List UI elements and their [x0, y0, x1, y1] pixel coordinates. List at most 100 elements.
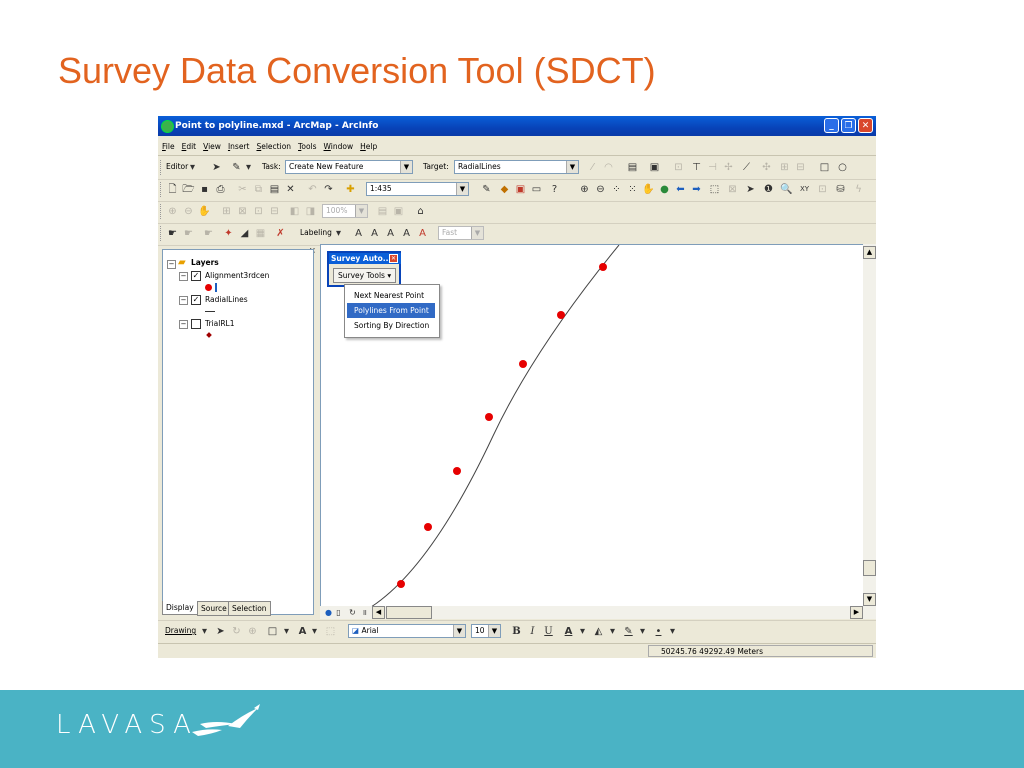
menu-selection[interactable]: Selection: [252, 137, 294, 151]
scroll-up-icon[interactable]: ▲: [863, 246, 876, 259]
layer-checkbox[interactable]: [191, 319, 201, 329]
sketch-properties-icon[interactable]: ▣: [648, 161, 661, 174]
label-conflict-icon[interactable]: ✗: [274, 227, 287, 240]
toolbar-grip[interactable]: [160, 160, 164, 175]
lightning-icon[interactable]: ϟ: [852, 183, 865, 196]
rotate-icon[interactable]: ↻: [230, 625, 243, 638]
label-priority-icon[interactable]: ▦: [254, 227, 267, 240]
fixed-zoom-out-icon[interactable]: ⁙: [626, 183, 639, 196]
edit-tool-icon[interactable]: ➤: [210, 161, 223, 174]
sketch-line-icon[interactable]: ⁄: [586, 161, 599, 174]
print-icon[interactable]: ⎙: [214, 183, 227, 196]
label-style-icon[interactable]: A: [352, 227, 365, 240]
menu-tools[interactable]: Tools: [294, 137, 319, 151]
layer-checkbox[interactable]: ✓: [191, 271, 201, 281]
menu-item-next-nearest-point[interactable]: Next Nearest Point: [347, 288, 435, 303]
editor-toolbar-icon[interactable]: ✎: [480, 183, 493, 196]
attributes-icon[interactable]: ▤: [626, 161, 639, 174]
menu-view[interactable]: View: [199, 137, 224, 151]
arccatalog-icon[interactable]: ◆: [498, 183, 511, 196]
map-vertical-scrollbar[interactable]: ▲ ▼: [863, 244, 876, 606]
layout-zoom-out-icon[interactable]: ⊖: [182, 205, 195, 218]
whats-this-icon[interactable]: ?: [548, 183, 561, 196]
font-color-dropdown-icon[interactable]: ▾: [576, 625, 589, 638]
arctoolbox-icon[interactable]: ▣: [514, 183, 527, 196]
layout-pan-icon[interactable]: ✋: [198, 205, 211, 218]
drawing-menu-label[interactable]: Drawing: [165, 626, 196, 635]
label-placement-icon[interactable]: A: [384, 227, 397, 240]
layout-back-icon[interactable]: ⊟: [268, 205, 281, 218]
identify-icon[interactable]: ❶: [762, 183, 775, 196]
fill-color-dropdown-icon[interactable]: ▾: [606, 625, 619, 638]
menu-file[interactable]: File: [158, 137, 178, 151]
underline-icon[interactable]: U: [542, 625, 555, 638]
layer-collapse-icon[interactable]: −: [179, 320, 188, 329]
fixed-zoom-in-icon[interactable]: ⁘: [610, 183, 623, 196]
menu-edit[interactable]: Edit: [178, 137, 200, 151]
scroll-thumb[interactable]: [863, 560, 876, 576]
bold-icon[interactable]: B: [510, 625, 523, 638]
label-tool-icon[interactable]: ☛: [166, 227, 179, 240]
back-extent-icon[interactable]: ⬅: [674, 183, 687, 196]
topology-fix-icon[interactable]: ⊟: [794, 161, 807, 174]
cross-tool-icon[interactable]: ✢: [722, 161, 735, 174]
sketch-dropdown-icon[interactable]: ▾: [242, 161, 255, 174]
survey-tools-button[interactable]: Survey Tools ▾: [333, 268, 397, 283]
fixed-zoom-layout-icon[interactable]: ⊡: [252, 205, 265, 218]
go-to-xy-icon[interactable]: XY: [798, 183, 811, 196]
split-tool-icon[interactable]: ⊤: [690, 161, 703, 174]
new-rectangle-icon[interactable]: □: [266, 625, 279, 638]
command-line-icon[interactable]: ▭: [530, 183, 543, 196]
menu-item-sorting-by-direction[interactable]: Sorting By Direction: [347, 318, 435, 333]
layer-checkbox[interactable]: ✓: [191, 295, 201, 305]
target-dropdown-icon[interactable]: ▼: [566, 161, 578, 173]
snapping-icon[interactable]: ✣: [760, 161, 773, 174]
cut-icon[interactable]: ✂: [236, 183, 249, 196]
topology-edit-icon[interactable]: ⊞: [778, 161, 791, 174]
marker-color-dropdown-icon[interactable]: ▾: [666, 625, 679, 638]
scale-select[interactable]: 1:435 ▼: [366, 182, 469, 196]
clear-selection-icon[interactable]: ⊠: [726, 183, 739, 196]
maximize-button[interactable]: ❐: [841, 118, 856, 133]
font-size-select[interactable]: 10 ▼: [471, 624, 501, 638]
pause-icon[interactable]: ॥: [358, 606, 371, 619]
forward-extent-icon[interactable]: ➡: [690, 183, 703, 196]
menu-insert[interactable]: Insert: [224, 137, 253, 151]
font-color-icon[interactable]: A: [562, 625, 575, 638]
select-features-icon[interactable]: ⬚: [708, 183, 721, 196]
undo-icon[interactable]: ↶: [306, 183, 319, 196]
drawing-dropdown-icon[interactable]: ▾: [198, 625, 211, 638]
editor-dropdown-arrow-icon[interactable]: ▾: [186, 161, 199, 174]
edit-vertices-icon[interactable]: ⬚: [324, 625, 337, 638]
scroll-down-icon[interactable]: ▼: [863, 593, 876, 606]
label-unplaced-icon[interactable]: A: [400, 227, 413, 240]
line-color-icon[interactable]: ✎: [622, 625, 635, 638]
toggle-draft-icon[interactable]: ▤: [376, 205, 389, 218]
layout-view-icon[interactable]: ▯: [332, 606, 345, 619]
editor-menu-label[interactable]: Editor: [166, 162, 188, 171]
menu-help[interactable]: Help: [356, 137, 380, 151]
marker-color-icon[interactable]: •: [652, 625, 665, 638]
label-speed-dropdown-icon[interactable]: ▼: [471, 227, 483, 239]
menu-window[interactable]: Window: [320, 137, 357, 151]
toolbar-grip[interactable]: [160, 226, 164, 241]
circle-icon[interactable]: ○: [836, 161, 849, 174]
full-extent-icon[interactable]: ●: [658, 183, 671, 196]
font-size-dropdown-icon[interactable]: ▼: [488, 625, 500, 637]
label-view-icon[interactable]: A: [416, 227, 429, 240]
italic-icon[interactable]: I: [526, 625, 539, 638]
copy-icon[interactable]: ⧉: [252, 183, 265, 196]
labeling-dropdown-icon[interactable]: ▾: [332, 227, 345, 240]
trace-tool-icon[interactable]: ⟋: [740, 161, 753, 174]
hyperlink-icon[interactable]: ⛁: [834, 183, 847, 196]
label-scale-icon[interactable]: A: [368, 227, 381, 240]
fill-color-icon[interactable]: ◭: [592, 625, 605, 638]
label-manager-icon[interactable]: ✦: [222, 227, 235, 240]
rectangle-icon[interactable]: □: [818, 161, 831, 174]
label-speed-select[interactable]: Fast ▼: [438, 226, 484, 240]
layout-zoom-dropdown-icon[interactable]: ▼: [355, 205, 367, 217]
scroll-right-icon[interactable]: ▶: [850, 606, 863, 619]
zoom-whole-page-icon[interactable]: ⊞: [220, 205, 233, 218]
pan-icon[interactable]: ✋: [642, 183, 655, 196]
task-select[interactable]: Create New Feature ▼: [285, 160, 413, 174]
